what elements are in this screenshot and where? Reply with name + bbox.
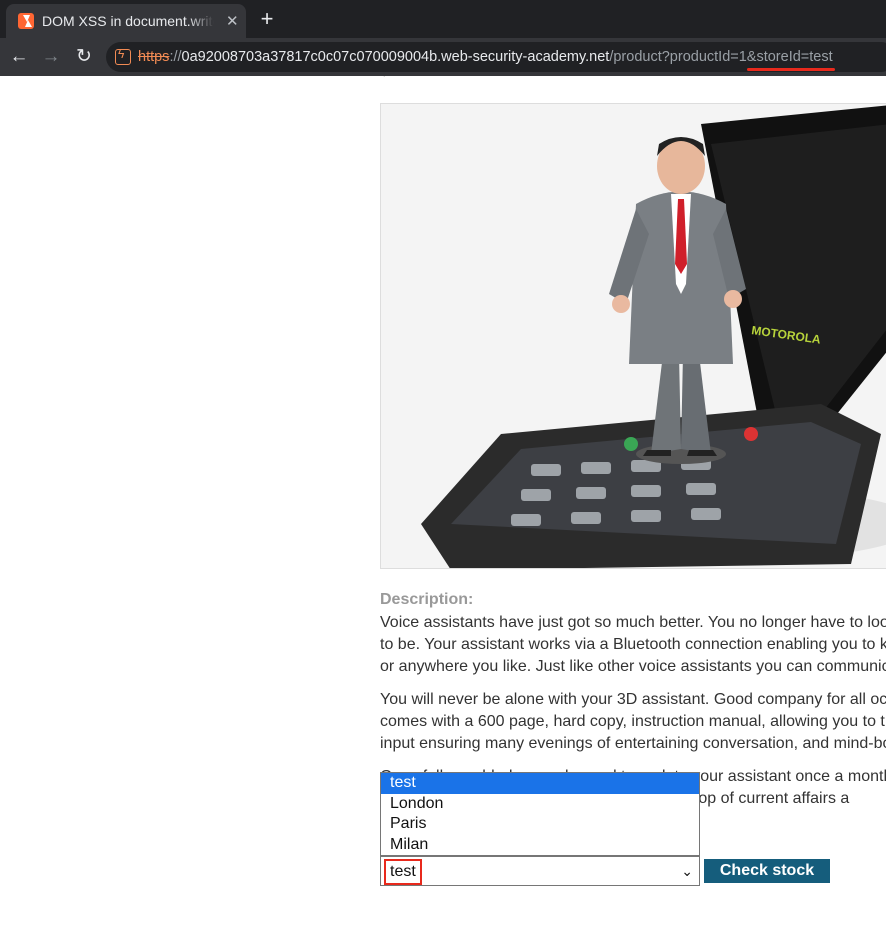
store-select[interactable]: test ⌄: [380, 856, 700, 886]
browser-tab-bar: DOM XSS in document.write sink using sou…: [0, 0, 886, 38]
not-secure-icon[interactable]: [115, 47, 131, 65]
lab-favicon-icon: [18, 13, 34, 29]
store-option-paris[interactable]: Paris: [381, 814, 699, 835]
new-tab-button[interactable]: +: [256, 6, 278, 32]
tab-title: DOM XSS in document.write sink using sou…: [42, 13, 214, 29]
chevron-down-icon: ⌄: [681, 863, 693, 879]
url-text[interactable]: https://0a92008703a37817c0c07c070009004b…: [138, 49, 833, 65]
store-option-london[interactable]: London: [381, 794, 699, 815]
store-option-test[interactable]: test: [381, 773, 699, 794]
product-image: MOTOROLA: [380, 103, 886, 569]
forward-button[interactable]: →: [39, 45, 63, 69]
address-bar[interactable]: https://0a92008703a37817c0c07c070009004b…: [106, 42, 886, 72]
check-stock-button[interactable]: Check stock: [704, 859, 830, 883]
description-paragraph-1: Voice assistants have just got so much b…: [380, 614, 886, 675]
browser-tab[interactable]: DOM XSS in document.write sink using sou…: [6, 4, 246, 38]
close-tab-icon[interactable]: ✕: [226, 12, 239, 30]
selected-store-value: test: [384, 859, 422, 885]
browser-toolbar: ← → ↻ https://0a92008703a37817c0c07c0700…: [0, 38, 886, 76]
description-label: Description:: [380, 591, 474, 608]
reload-button[interactable]: ↻: [72, 45, 96, 69]
description-paragraph-2: You will never be alone with your 3D ass…: [380, 691, 886, 752]
store-dropdown-list[interactable]: test London Paris Milan: [380, 772, 700, 856]
url-storeid-highlight: &storeId=test: [746, 49, 833, 65]
store-option-milan[interactable]: Milan: [381, 835, 699, 856]
back-button[interactable]: ←: [7, 45, 31, 69]
